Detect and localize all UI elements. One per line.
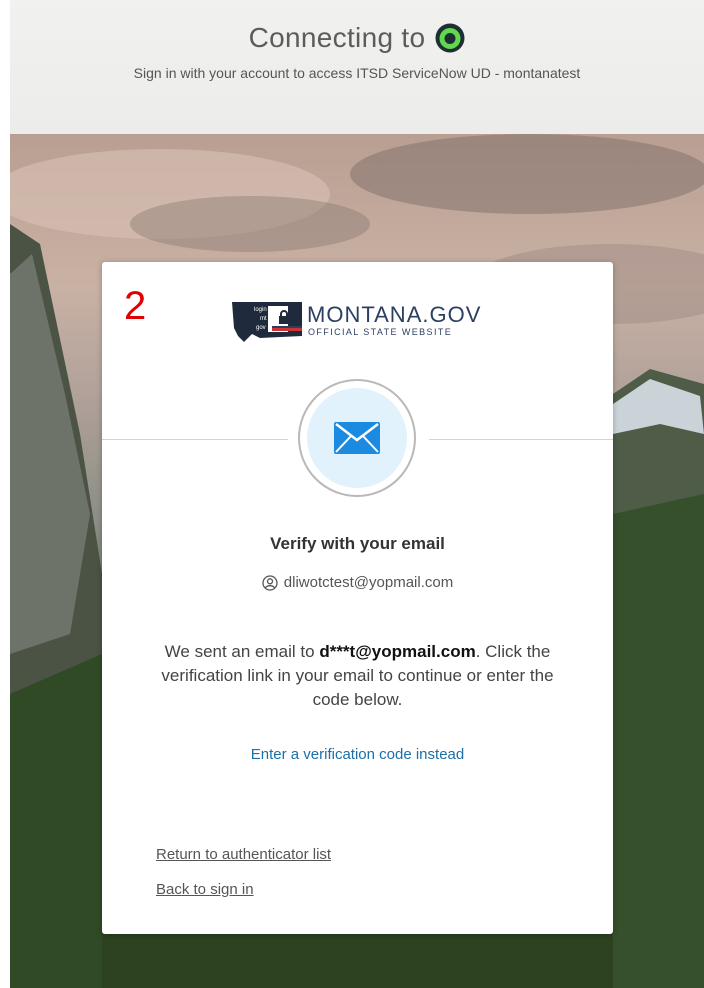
enter-code-link[interactable]: Enter a verification code instead bbox=[102, 746, 613, 763]
divider-left bbox=[102, 439, 288, 440]
back-to-sign-in-link[interactable]: Back to sign in bbox=[156, 881, 254, 898]
brand-name: MONTANA.GOV bbox=[307, 302, 482, 327]
logo-badge-line: login bbox=[254, 307, 267, 313]
logo-badge-line: mt bbox=[260, 316, 267, 322]
connecting-row: Connecting to bbox=[10, 20, 704, 56]
identity-row: dliwotctest@yopmail.com bbox=[102, 574, 613, 591]
servicenow-logo-icon bbox=[435, 23, 465, 53]
brand-tagline: OFFICIAL STATE WEBSITE bbox=[308, 327, 453, 337]
step-number: 2 bbox=[124, 284, 147, 328]
lock-icon bbox=[279, 310, 289, 324]
verify-card: 2 login mt gov MONTANA.GOV OFFICIAL STAT… bbox=[102, 262, 613, 934]
email-icon-bg bbox=[307, 388, 407, 488]
connecting-header: Connecting to Sign in with your account … bbox=[10, 0, 704, 134]
email-icon bbox=[334, 422, 380, 454]
masked-email: d***t@yopmail.com bbox=[319, 642, 476, 661]
divider-right bbox=[429, 439, 613, 440]
connecting-subtitle: Sign in with your account to access ITSD… bbox=[133, 65, 581, 81]
instruction-prefix: We sent an email to bbox=[164, 642, 320, 661]
montana-gov-logo: login mt gov MONTANA.GOV OFFICIAL STATE … bbox=[230, 298, 490, 346]
login-frame: Connecting to Sign in with your account … bbox=[10, 0, 704, 988]
user-icon bbox=[262, 574, 278, 591]
identity-email: dliwotctest@yopmail.com bbox=[283, 574, 454, 591]
logo-badge-line: gov bbox=[256, 325, 266, 331]
connecting-label: Connecting to bbox=[248, 22, 426, 53]
page-title: Verify with your email bbox=[270, 534, 445, 553]
return-to-authenticators-link[interactable]: Return to authenticator list bbox=[156, 846, 331, 863]
email-icon-circle bbox=[298, 379, 416, 497]
montana-state-icon: login mt gov bbox=[232, 302, 302, 342]
instruction-text: We sent an email to d***t@yopmail.com. C… bbox=[152, 640, 563, 712]
